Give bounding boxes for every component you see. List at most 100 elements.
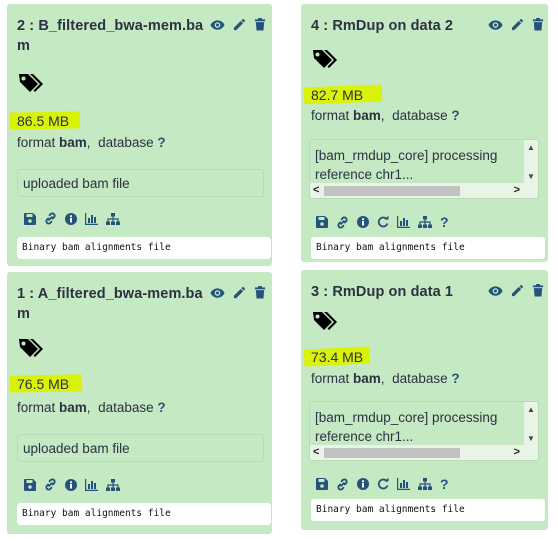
format-line: format bam, database ? xyxy=(311,371,460,386)
pencil-icon[interactable] xyxy=(233,18,246,31)
dataset-peek[interactable]: [bam_rmdup_core] processing reference ch… xyxy=(309,139,539,199)
chart-icon[interactable] xyxy=(397,216,410,228)
help-icon[interactable]: ? xyxy=(440,476,449,492)
pencil-icon[interactable] xyxy=(511,18,524,31)
trash-icon[interactable] xyxy=(532,18,544,31)
chart-icon[interactable] xyxy=(397,478,410,490)
save-icon[interactable] xyxy=(316,216,328,228)
dataset-size: 82.7 MB xyxy=(311,87,364,103)
format-label: format xyxy=(17,400,56,415)
format-value: bam xyxy=(353,371,381,386)
vertical-scrollbar[interactable]: ▲ ▼ xyxy=(524,140,538,184)
database-value[interactable]: ? xyxy=(157,135,165,150)
tags-icon[interactable] xyxy=(18,338,44,358)
rerun-icon[interactable] xyxy=(377,478,389,490)
trash-icon[interactable] xyxy=(532,284,544,297)
dataset-peek[interactable]: [bam_rmdup_core] processing reference ch… xyxy=(309,401,539,461)
dataset-title[interactable]: 4 : RmDup on data 2 xyxy=(311,16,453,36)
dataset-card-3: 3 : RmDup on data 1 73.4 MB format bam, … xyxy=(301,270,548,530)
sitemap-icon[interactable] xyxy=(106,478,120,491)
format-label: format xyxy=(311,108,350,123)
dataset-info: uploaded bam file xyxy=(17,434,264,462)
peek-text: [bam_rmdup_core] processing reference ch… xyxy=(315,146,497,184)
info-icon[interactable] xyxy=(65,212,77,225)
database-label: database xyxy=(392,108,448,123)
format-line: format bam, database ? xyxy=(17,135,166,150)
tags-icon[interactable] xyxy=(312,49,338,69)
dataset-size: 86.5 MB xyxy=(17,113,70,129)
sitemap-icon[interactable] xyxy=(418,216,432,228)
link-icon[interactable] xyxy=(44,212,57,225)
dataset-blurb: Binary bam alignments file xyxy=(311,499,545,521)
eye-icon[interactable] xyxy=(488,19,503,31)
tags-icon[interactable] xyxy=(18,73,44,93)
scrollbar-thumb[interactable] xyxy=(324,186,460,196)
dataset-card-4: 4 : RmDup on data 2 82.7 MB format bam, … xyxy=(301,4,548,262)
eye-icon[interactable] xyxy=(210,287,225,299)
scroll-left-icon[interactable]: < xyxy=(313,446,319,458)
dataset-card-1: 1 : A_filtered_bwa-mem.bam 76.5 MB forma… xyxy=(7,272,272,534)
save-icon[interactable] xyxy=(24,478,36,491)
peek-line: reference chr1... xyxy=(315,167,414,182)
dataset-header-actions xyxy=(488,284,544,297)
format-label: format xyxy=(17,135,56,150)
scroll-up-icon[interactable]: ▲ xyxy=(527,143,535,152)
horizontal-scrollbar[interactable]: < > xyxy=(310,183,538,198)
dataset-size: 73.4 MB xyxy=(311,349,364,365)
database-label: database xyxy=(98,135,154,150)
chart-icon[interactable] xyxy=(85,212,98,225)
dataset-actions: ? xyxy=(316,214,449,230)
link-icon[interactable] xyxy=(336,215,349,229)
info-icon[interactable] xyxy=(357,216,369,228)
sitemap-icon[interactable] xyxy=(106,212,120,225)
scroll-left-icon[interactable]: < xyxy=(313,184,319,196)
dataset-actions xyxy=(24,478,120,491)
dataset-blurb: Binary bam alignments file xyxy=(17,503,271,525)
pencil-icon[interactable] xyxy=(233,286,246,299)
dataset-title[interactable]: 2 : B_filtered_bwa-mem.bam xyxy=(17,16,207,56)
link-icon[interactable] xyxy=(44,478,57,491)
scroll-right-icon[interactable]: > xyxy=(514,446,520,458)
scroll-up-icon[interactable]: ▲ xyxy=(527,405,535,414)
pencil-icon[interactable] xyxy=(511,284,524,297)
peek-line: reference chr1... xyxy=(315,429,414,444)
format-value: bam xyxy=(59,400,87,415)
dataset-title[interactable]: 1 : A_filtered_bwa-mem.bam xyxy=(17,284,207,324)
peek-text: [bam_rmdup_core] processing reference ch… xyxy=(315,408,497,446)
eye-icon[interactable] xyxy=(488,285,503,297)
vertical-scrollbar[interactable]: ▲ ▼ xyxy=(524,402,538,446)
dataset-header-actions xyxy=(210,18,266,31)
sitemap-icon[interactable] xyxy=(418,478,432,490)
database-value[interactable]: ? xyxy=(451,108,459,123)
info-icon[interactable] xyxy=(65,478,77,491)
scroll-down-icon[interactable]: ▼ xyxy=(527,434,535,443)
dataset-size: 76.5 MB xyxy=(17,376,70,392)
rerun-icon[interactable] xyxy=(377,216,389,228)
horizontal-scrollbar[interactable]: < > xyxy=(310,445,538,460)
format-label: format xyxy=(311,371,350,386)
save-icon[interactable] xyxy=(316,478,328,490)
format-line: format bam, database ? xyxy=(17,400,166,415)
format-line: format bam, database ? xyxy=(311,108,460,123)
scroll-right-icon[interactable]: > xyxy=(514,184,520,196)
scroll-down-icon[interactable]: ▼ xyxy=(527,172,535,181)
tags-icon[interactable] xyxy=(312,311,338,331)
trash-icon[interactable] xyxy=(254,286,266,299)
info-icon[interactable] xyxy=(357,478,369,490)
database-label: database xyxy=(392,371,448,386)
trash-icon[interactable] xyxy=(254,18,266,31)
chart-icon[interactable] xyxy=(85,478,98,491)
dataset-info: uploaded bam file xyxy=(17,169,264,197)
help-icon[interactable]: ? xyxy=(440,214,449,230)
database-value[interactable]: ? xyxy=(157,400,165,415)
database-value[interactable]: ? xyxy=(451,371,459,386)
save-icon[interactable] xyxy=(24,212,36,225)
link-icon[interactable] xyxy=(336,477,349,491)
scrollbar-thumb[interactable] xyxy=(324,448,460,458)
database-label: database xyxy=(98,400,154,415)
dataset-header-actions xyxy=(488,18,544,31)
dataset-title[interactable]: 3 : RmDup on data 1 xyxy=(311,282,453,302)
format-value: bam xyxy=(353,108,381,123)
eye-icon[interactable] xyxy=(210,19,225,31)
dataset-actions: ? xyxy=(316,476,449,492)
